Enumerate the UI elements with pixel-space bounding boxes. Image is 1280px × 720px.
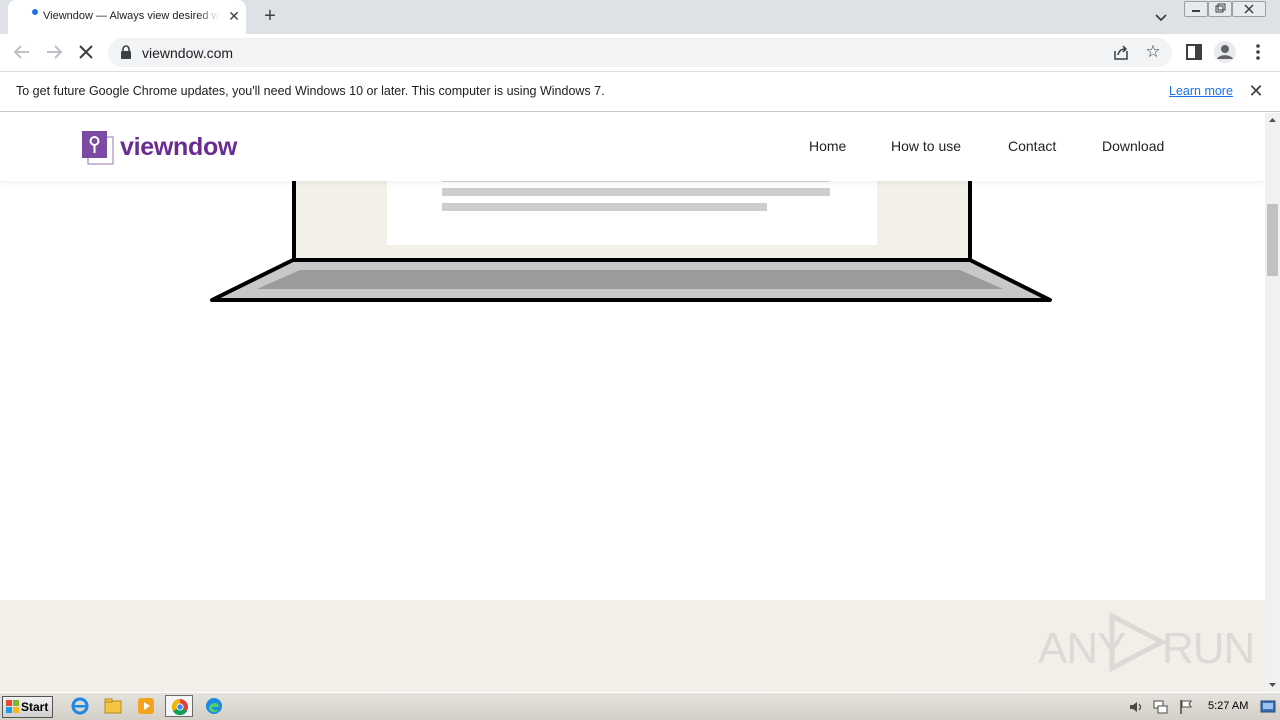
update-infobar: To get future Google Chrome updates, you…: [0, 71, 1280, 112]
viewndow-logo-icon: [82, 131, 114, 165]
scrollbar-thumb[interactable]: [1267, 204, 1278, 276]
volume-icon[interactable]: [1128, 699, 1144, 715]
ie-icon: [71, 697, 89, 715]
show-desktop-icon[interactable]: [1260, 700, 1276, 714]
vertical-scrollbar[interactable]: [1265, 113, 1280, 692]
scroll-up-arrow-icon[interactable]: [1265, 113, 1280, 128]
nav-how-to-use[interactable]: How to use: [891, 138, 961, 154]
bookmark-star-icon[interactable]: ☆: [1144, 43, 1162, 61]
start-label: Start: [21, 700, 49, 714]
taskbar-chrome-button[interactable]: [165, 695, 193, 717]
share-icon[interactable]: [1112, 44, 1130, 62]
taskbar-media-player-button[interactable]: [132, 695, 160, 717]
edge-icon: [206, 698, 222, 714]
taskbar-ie-button[interactable]: [66, 695, 94, 717]
infobar-close-icon[interactable]: ✕: [1246, 81, 1266, 101]
explorer-icon: [104, 698, 122, 714]
address-bar[interactable]: viewndow.com ☆: [108, 38, 1172, 67]
network-icon[interactable]: [1152, 699, 1168, 715]
system-tray: 5:27 AM: [1122, 695, 1280, 719]
nav-home[interactable]: Home: [809, 138, 846, 154]
scroll-down-arrow-icon[interactable]: [1265, 677, 1280, 692]
taskbar-clock[interactable]: 5:27 AM: [1208, 700, 1248, 712]
profile-avatar-icon[interactable]: [1213, 40, 1237, 64]
chrome-icon: [171, 698, 188, 716]
browser-toolbar: viewndow.com ☆: [0, 34, 1280, 71]
tab-search-chevron-icon[interactable]: [1151, 7, 1171, 27]
play-triangle-icon: [1109, 612, 1168, 672]
forward-arrow-icon[interactable]: [42, 40, 66, 64]
media-player-icon: [138, 698, 154, 714]
windows-taskbar: Start 5:27 AM: [0, 692, 1280, 720]
stop-loading-icon[interactable]: [74, 40, 98, 64]
tab-title: Viewndow — Always view desired windows: [43, 10, 219, 22]
window-minimize-button[interactable]: [1184, 1, 1208, 17]
nav-download[interactable]: Download: [1102, 138, 1164, 154]
tab-strip: Viewndow — Always view desired windows ✕…: [0, 0, 1280, 34]
loading-favicon-icon: [32, 9, 38, 15]
lock-icon[interactable]: [120, 45, 132, 59]
site-header: viewndow Home How to use Contact Downloa…: [0, 113, 1265, 181]
url-text[interactable]: viewndow.com: [142, 45, 233, 61]
infobar-message: To get future Google Chrome updates, you…: [16, 84, 605, 98]
start-button[interactable]: Start: [2, 696, 53, 718]
learn-more-link[interactable]: Learn more: [1169, 84, 1233, 98]
side-panel-icon[interactable]: [1182, 40, 1206, 64]
window-restore-button[interactable]: [1208, 1, 1232, 17]
window-close-button[interactable]: [1232, 1, 1266, 17]
action-center-flag-icon[interactable]: [1178, 699, 1194, 715]
nav-contact[interactable]: Contact: [1008, 138, 1056, 154]
browser-tab[interactable]: Viewndow — Always view desired windows ✕: [8, 0, 246, 34]
windows-flag-icon: [6, 700, 19, 713]
taskbar-edge-button[interactable]: [200, 695, 228, 717]
watermark-run-text: RUN: [1162, 624, 1255, 673]
page-viewport: viewndow Home How to use Contact Downloa…: [0, 113, 1265, 692]
logo-text: viewndow: [120, 133, 238, 161]
tab-close-icon[interactable]: ✕: [226, 8, 242, 24]
new-tab-button[interactable]: +: [260, 6, 280, 26]
back-arrow-icon[interactable]: [10, 40, 34, 64]
taskbar-explorer-button[interactable]: [99, 695, 127, 717]
kebab-menu-icon[interactable]: [1246, 40, 1270, 64]
